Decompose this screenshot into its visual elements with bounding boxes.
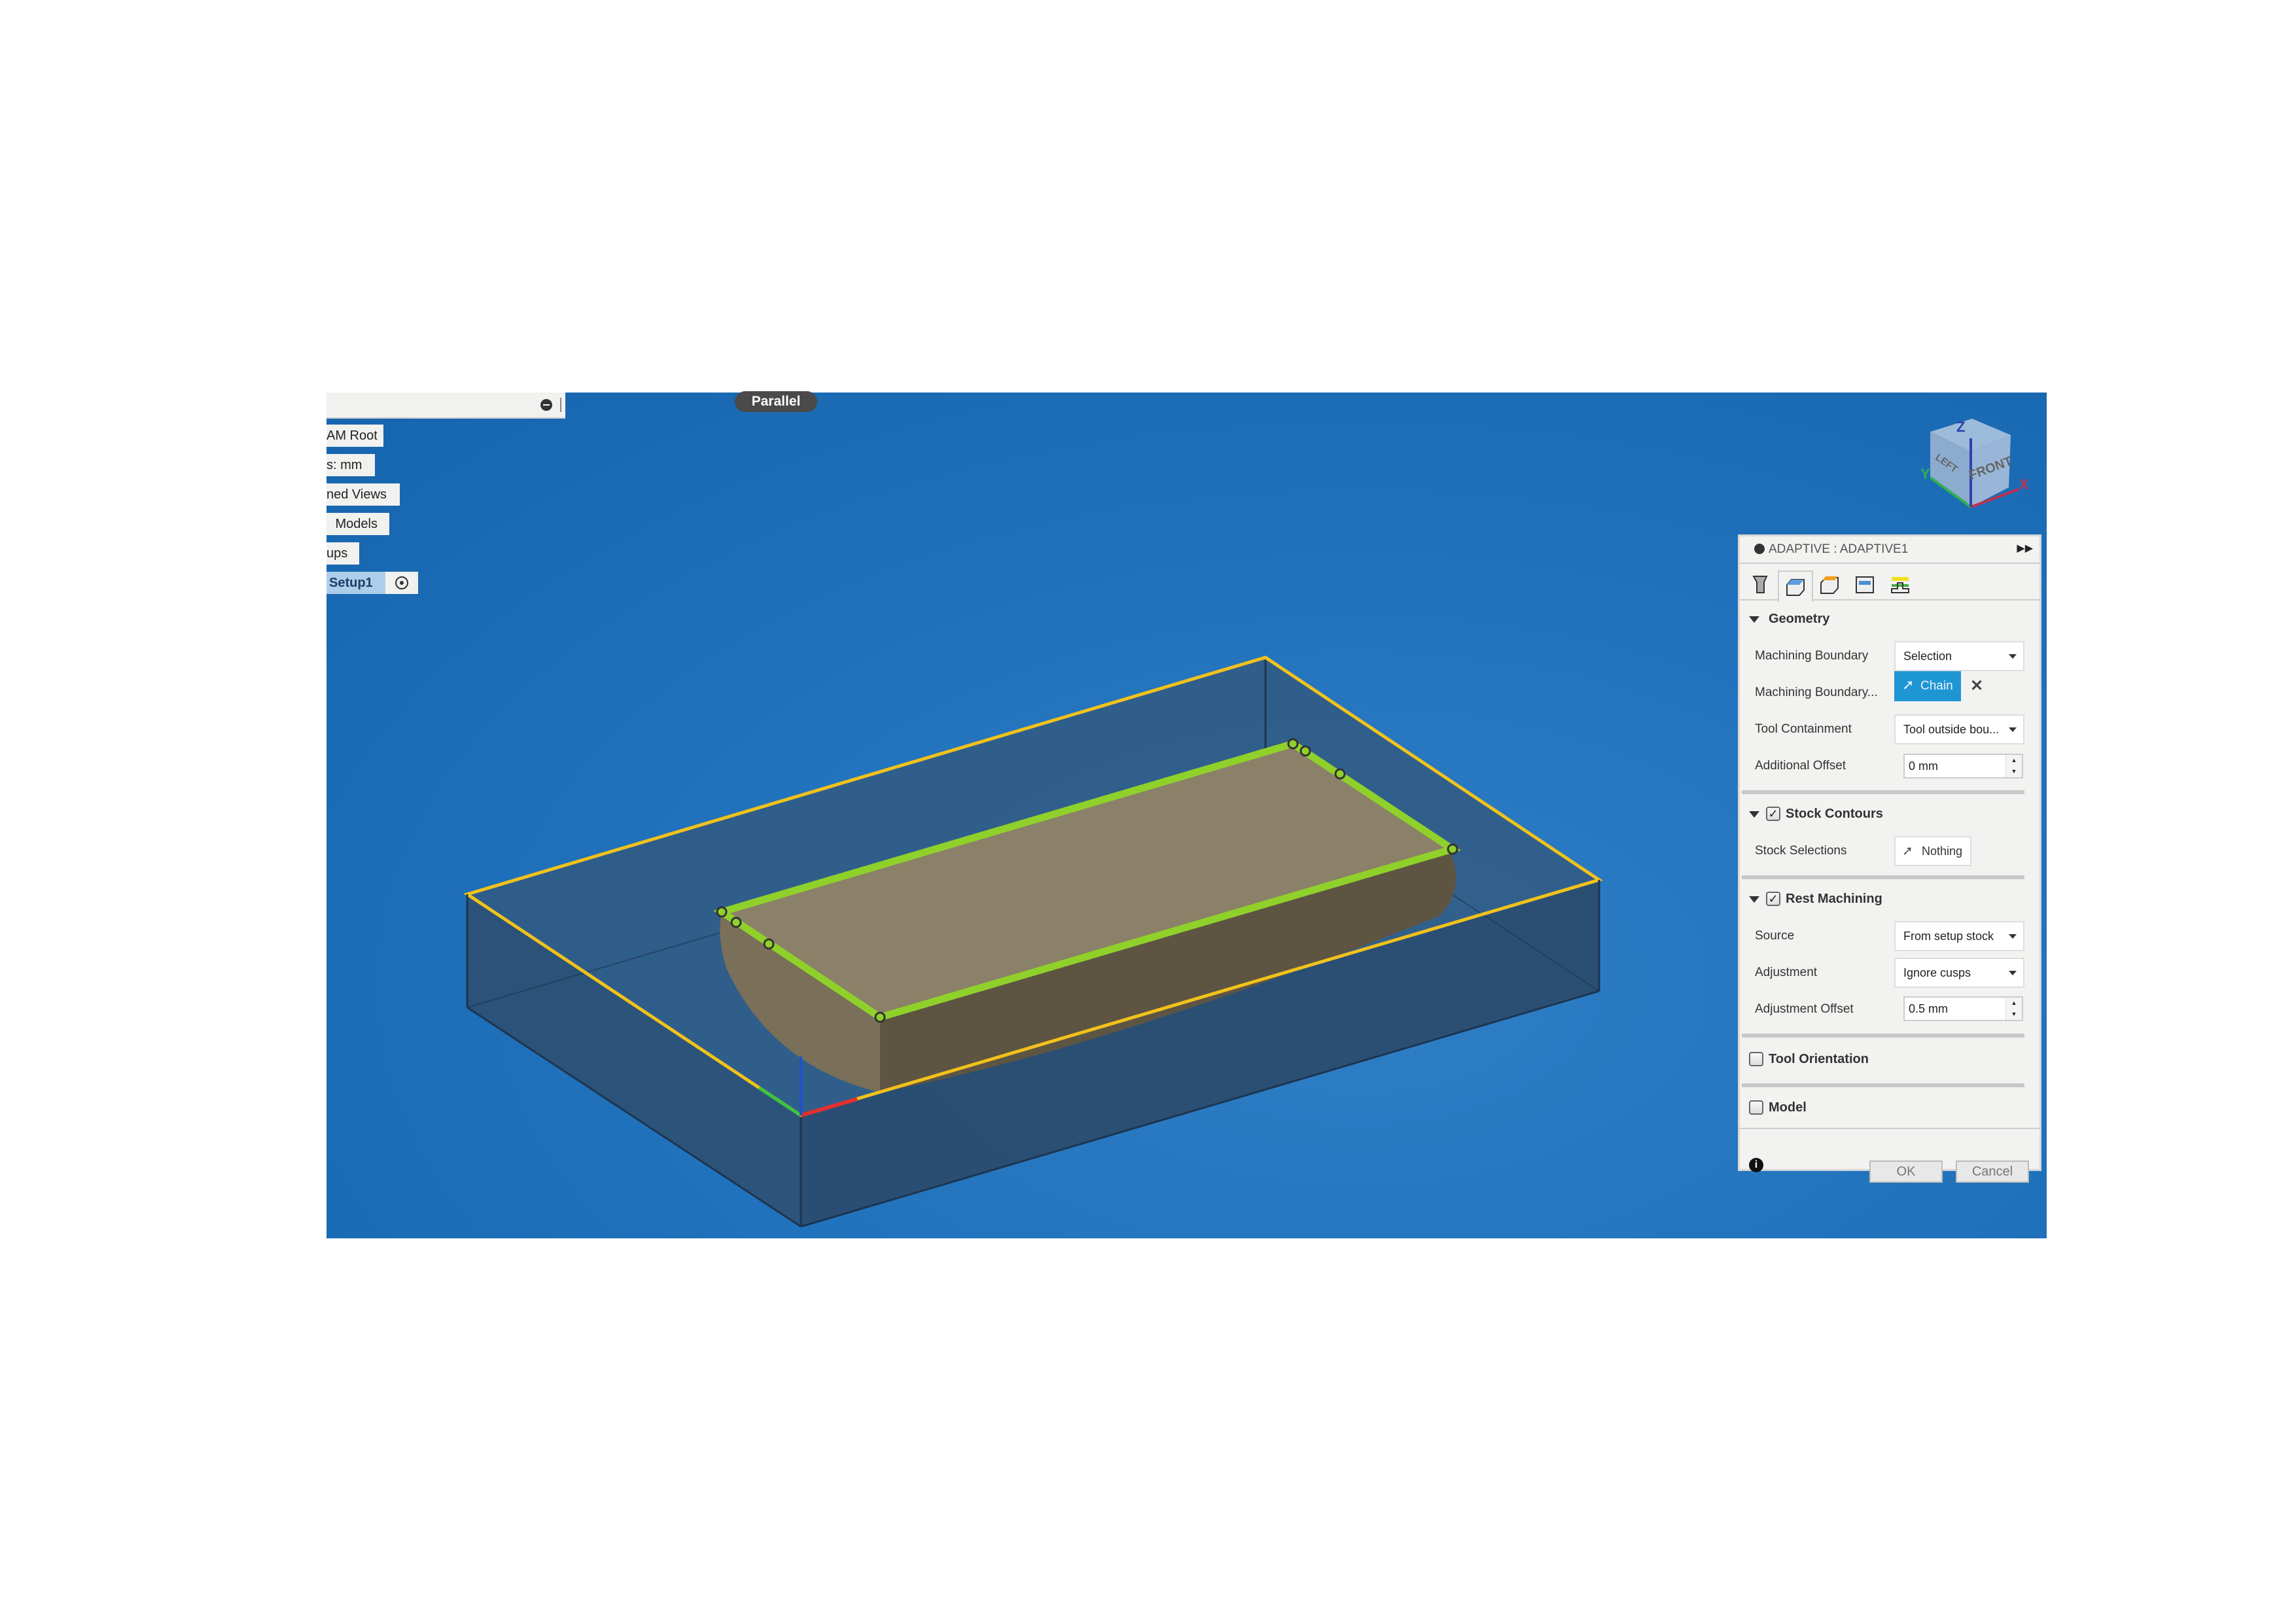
expand-icon[interactable]: ▶▶ — [2017, 542, 2033, 555]
rest-machining-collapse-icon[interactable] — [1749, 896, 1759, 903]
dialog-title-bar[interactable]: ADAPTIVE : ADAPTIVE1 ▶▶ — [1740, 536, 2040, 564]
additional-offset-input[interactable]: 0 mm ▲ ▼ — [1903, 754, 2023, 778]
machining-boundary-label: Machining Boundary — [1755, 649, 1869, 663]
tab-geometry[interactable] — [1778, 570, 1813, 602]
clear-selection-icon[interactable]: ✕ — [1970, 676, 1983, 695]
spinner-icon[interactable]: ▲ ▼ — [2005, 755, 2022, 777]
source-value: From setup stock — [1903, 930, 1994, 943]
collapse-icon[interactable] — [540, 399, 552, 411]
cursor-arrow-icon: ➚ — [1902, 676, 1915, 693]
rest-machining-checkbox[interactable]: ✓ — [1766, 892, 1780, 906]
heights-icon — [1820, 576, 1839, 594]
axis-x-label: X — [2019, 476, 2029, 493]
machining-boundary-value: Selection — [1903, 650, 1952, 663]
model-checkbox[interactable] — [1749, 1100, 1763, 1115]
dialog-tabs — [1740, 565, 2040, 602]
tab-tool[interactable] — [1744, 570, 1776, 599]
tool-orientation-header: Tool Orientation — [1769, 1052, 1869, 1066]
chevron-down-icon — [2009, 971, 2017, 975]
browser-header — [327, 393, 565, 419]
axis-y-label: Y — [1920, 466, 1930, 482]
divider — [1742, 790, 2024, 794]
machining-boundary-select[interactable]: Selection — [1894, 641, 2024, 671]
tree-item-setups[interactable]: ups — [327, 542, 359, 565]
resize-grip[interactable] — [560, 398, 561, 412]
chevron-down-icon — [2009, 654, 2017, 659]
stock-contours-collapse-icon[interactable] — [1749, 811, 1759, 818]
stock-selections-button[interactable]: ➚ Nothing — [1894, 836, 1971, 866]
ok-button[interactable]: OK — [1869, 1161, 1943, 1183]
chain-label: Chain — [1920, 679, 1953, 693]
additional-offset-value: 0 mm — [1909, 759, 1938, 773]
source-select[interactable]: From setup stock — [1894, 921, 2024, 951]
cancel-button[interactable]: Cancel — [1956, 1161, 2029, 1183]
chain-selection-button[interactable]: ➚ Chain — [1894, 671, 1961, 701]
footer-divider — [1740, 1128, 2040, 1129]
adjustment-label: Adjustment — [1755, 966, 1818, 979]
divider — [1742, 1034, 2024, 1038]
tree-item-models[interactable]: Models — [327, 513, 389, 535]
tab-linking[interactable] — [1884, 570, 1916, 599]
tool-orientation-checkbox[interactable] — [1749, 1052, 1763, 1066]
geometry-section-header[interactable]: Geometry — [1769, 612, 1829, 627]
stock-selections-label: Stock Selections — [1755, 844, 1847, 858]
adjustment-offset-input[interactable]: 0.5 mm ▲ ▼ — [1903, 996, 2023, 1021]
geometry-icon — [1786, 579, 1805, 596]
tab-heights[interactable] — [1813, 570, 1846, 599]
cursor-arrow-icon: ➚ — [1902, 844, 1913, 858]
passes-icon — [1856, 576, 1874, 593]
tree-item-setup1[interactable]: Setup1 — [327, 572, 385, 594]
dialog-title: ADAPTIVE : ADAPTIVE1 — [1769, 542, 1909, 556]
tree-item-named-views[interactable]: ned Views — [327, 483, 400, 506]
linking-icon — [1891, 577, 1909, 593]
stock-contours-header: Stock Contours — [1786, 807, 1883, 821]
divider — [1742, 1083, 2024, 1087]
axis-z-label: Z — [1956, 419, 1966, 435]
stock-contours-checkbox[interactable]: ✓ — [1766, 807, 1780, 821]
additional-offset-label: Additional Offset — [1755, 759, 1846, 773]
geometry-collapse-icon[interactable] — [1749, 616, 1759, 623]
adjustment-value: Ignore cusps — [1903, 966, 1971, 979]
tool-containment-label: Tool Containment — [1755, 722, 1852, 736]
chevron-down-icon — [2009, 934, 2017, 939]
info-icon[interactable]: i — [1749, 1158, 1763, 1172]
adjustment-offset-value: 0.5 mm — [1909, 1002, 1949, 1015]
stock-selections-value: Nothing — [1922, 845, 1963, 858]
tool-icon — [1752, 576, 1768, 593]
projection-label[interactable]: Parallel — [735, 391, 817, 412]
adaptive-dialog: ADAPTIVE : ADAPTIVE1 ▶▶ Geometry Machini… — [1738, 534, 2041, 1183]
divider — [1742, 875, 2024, 879]
model-header: Model — [1769, 1100, 1807, 1115]
tree-item-cam-root[interactable]: AM Root — [327, 425, 383, 447]
source-label: Source — [1755, 929, 1795, 943]
chevron-down-icon — [2009, 727, 2017, 732]
tool-containment-select[interactable]: Tool outside bou... — [1894, 714, 2024, 744]
rest-machining-header: Rest Machining — [1786, 892, 1882, 906]
activate-radio-icon[interactable] — [385, 572, 418, 594]
adjustment-select[interactable]: Ignore cusps — [1894, 958, 2024, 988]
spinner-icon[interactable]: ▲ ▼ — [2005, 998, 2022, 1020]
tool-containment-value: Tool outside bou... — [1903, 723, 2000, 736]
boundary-selection-label: Machining Boundary... — [1755, 686, 1878, 699]
adjustment-offset-label: Adjustment Offset — [1755, 1002, 1854, 1016]
tree-item-units[interactable]: s: mm — [327, 454, 375, 476]
tab-passes[interactable] — [1848, 570, 1881, 599]
collapse-icon[interactable] — [1754, 544, 1765, 554]
